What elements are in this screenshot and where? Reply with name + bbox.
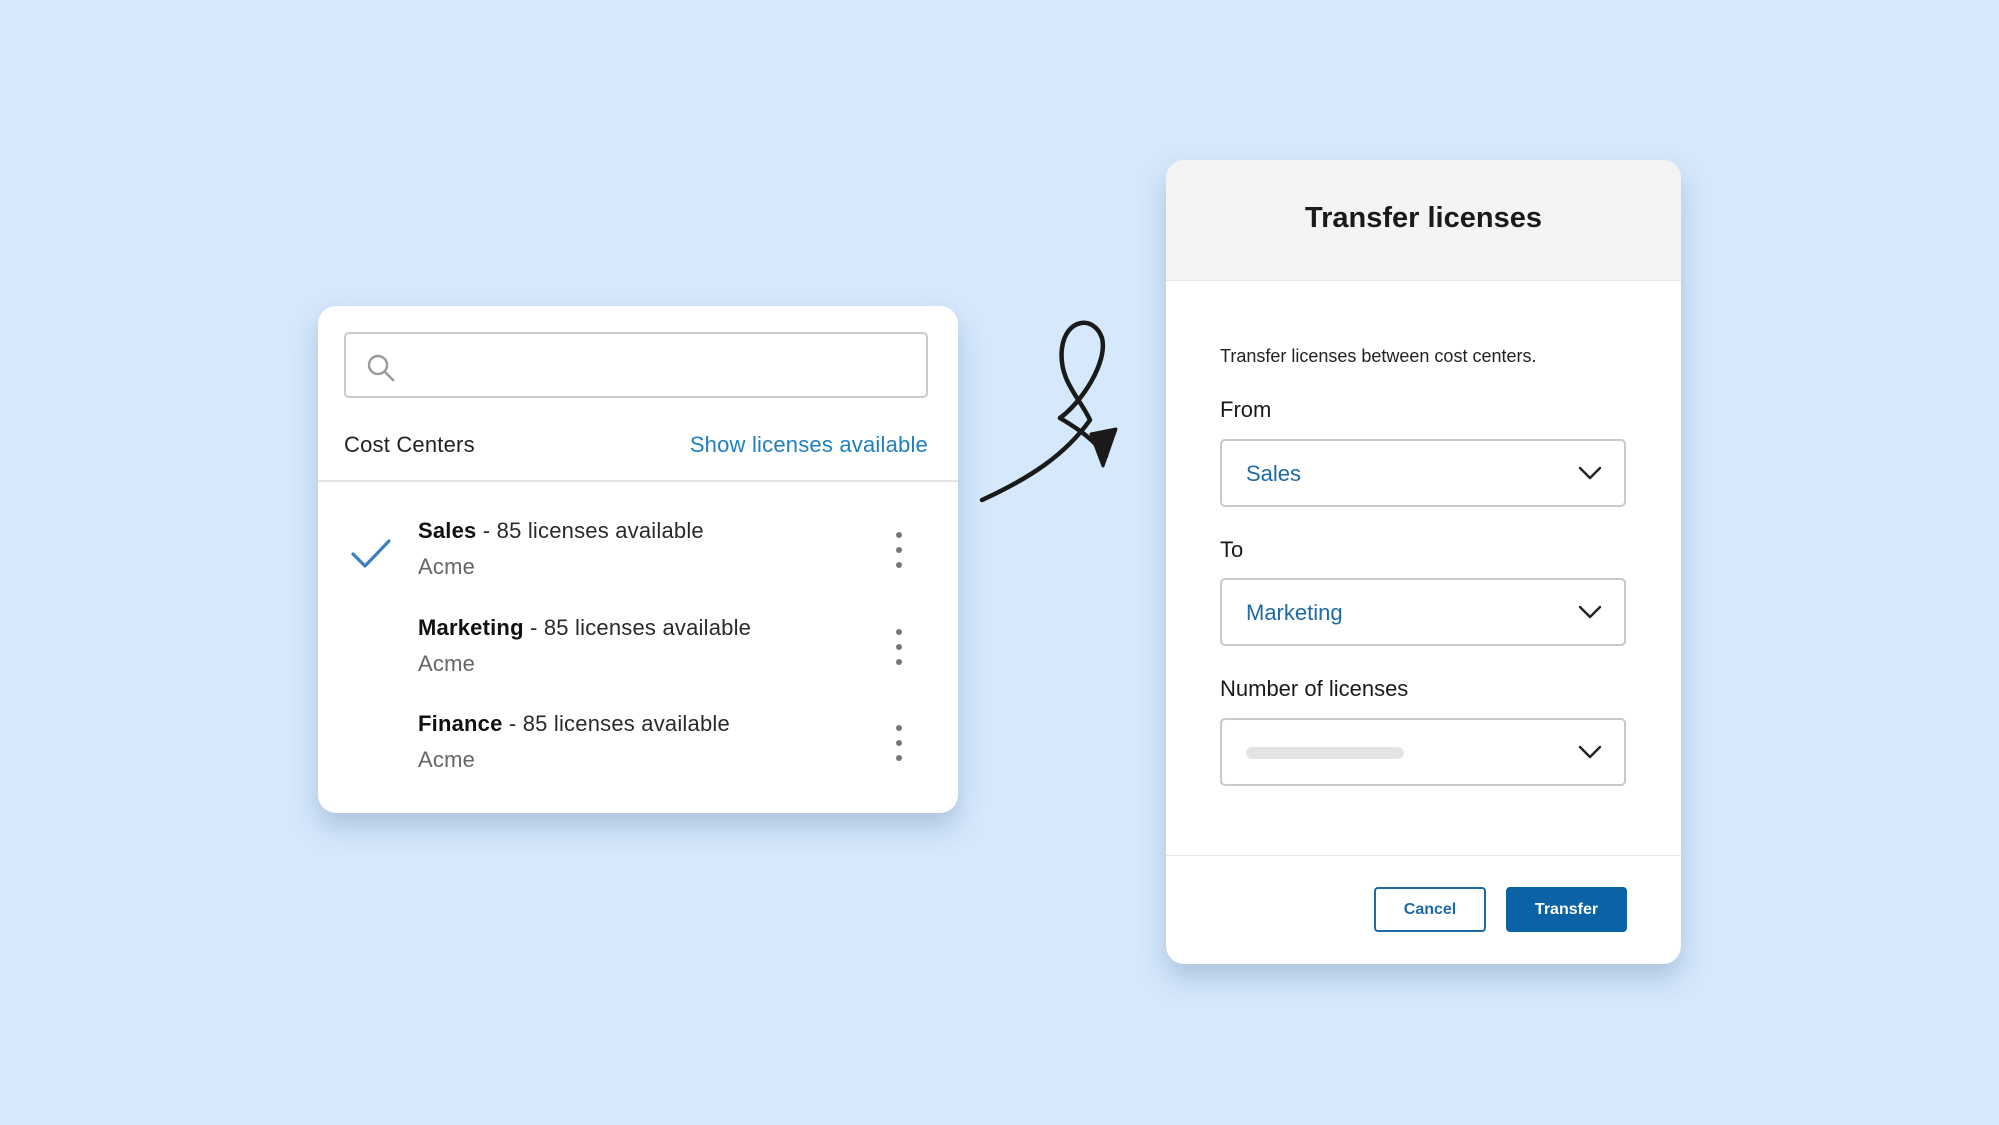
transfer-button[interactable]: Transfer [1506,887,1627,932]
cost-center-item-sales[interactable]: Sales - 85 licenses available Acme [318,518,958,608]
modal-title: Transfer licenses [1305,202,1542,234]
cost-centers-title: Cost Centers [344,432,475,457]
cost-center-licenses: - 85 licenses available [502,711,730,736]
modal-header: Transfer licenses [1166,160,1681,281]
number-of-licenses-label: Number of licenses [1220,676,1409,701]
cost-center-licenses: - 85 licenses available [476,518,704,543]
from-label: From [1220,397,1272,422]
cost-centers-card: Cost Centers Show licenses available Sal… [318,306,958,813]
cost-center-org: Acme [418,651,476,676]
number-of-licenses-select[interactable] [1220,718,1626,786]
to-label: To [1220,537,1244,562]
chevron-down-icon [1578,745,1602,759]
cost-center-name: Marketing [418,615,524,640]
more-options-icon[interactable] [892,723,906,763]
search-input[interactable] [410,342,914,390]
cost-center-title: Marketing - 85 licenses available [418,615,751,641]
transfer-licenses-modal: Transfer licenses Transfer licenses betw… [1166,160,1681,964]
chevron-down-icon [1578,605,1602,619]
cancel-button[interactable]: Cancel [1374,887,1486,932]
search-icon [367,354,395,382]
cost-centers-header: Cost Centers Show licenses available [344,426,928,466]
to-select-value: Marketing [1246,600,1343,625]
hand-drawn-arrow-icon [979,320,1118,503]
cost-center-org: Acme [418,747,476,772]
check-icon [351,539,391,568]
cost-center-item-marketing[interactable]: Marketing - 85 licenses available Acme [318,615,958,705]
footer-divider [1166,855,1681,856]
cost-center-item-finance[interactable]: Finance - 85 licenses available Acme [318,711,958,801]
placeholder-skeleton [1246,747,1404,759]
from-select[interactable]: Sales [1220,439,1626,507]
cost-center-title: Finance - 85 licenses available [418,711,730,737]
chevron-down-icon [1578,466,1602,480]
from-select-value: Sales [1246,461,1302,486]
modal-description: Transfer licenses between cost centers. [1220,346,1537,366]
cost-center-licenses: - 85 licenses available [523,615,752,640]
search-field[interactable] [344,332,928,398]
show-licenses-available-link[interactable]: Show licenses available [690,432,928,458]
cost-center-name: Sales [418,518,477,543]
more-options-icon[interactable] [892,530,906,570]
cost-center-name: Finance [418,711,503,736]
to-select[interactable]: Marketing [1220,578,1626,646]
more-options-icon[interactable] [892,627,906,667]
cost-center-title: Sales - 85 licenses available [418,518,704,544]
divider [318,480,958,482]
cost-center-org: Acme [418,554,476,579]
